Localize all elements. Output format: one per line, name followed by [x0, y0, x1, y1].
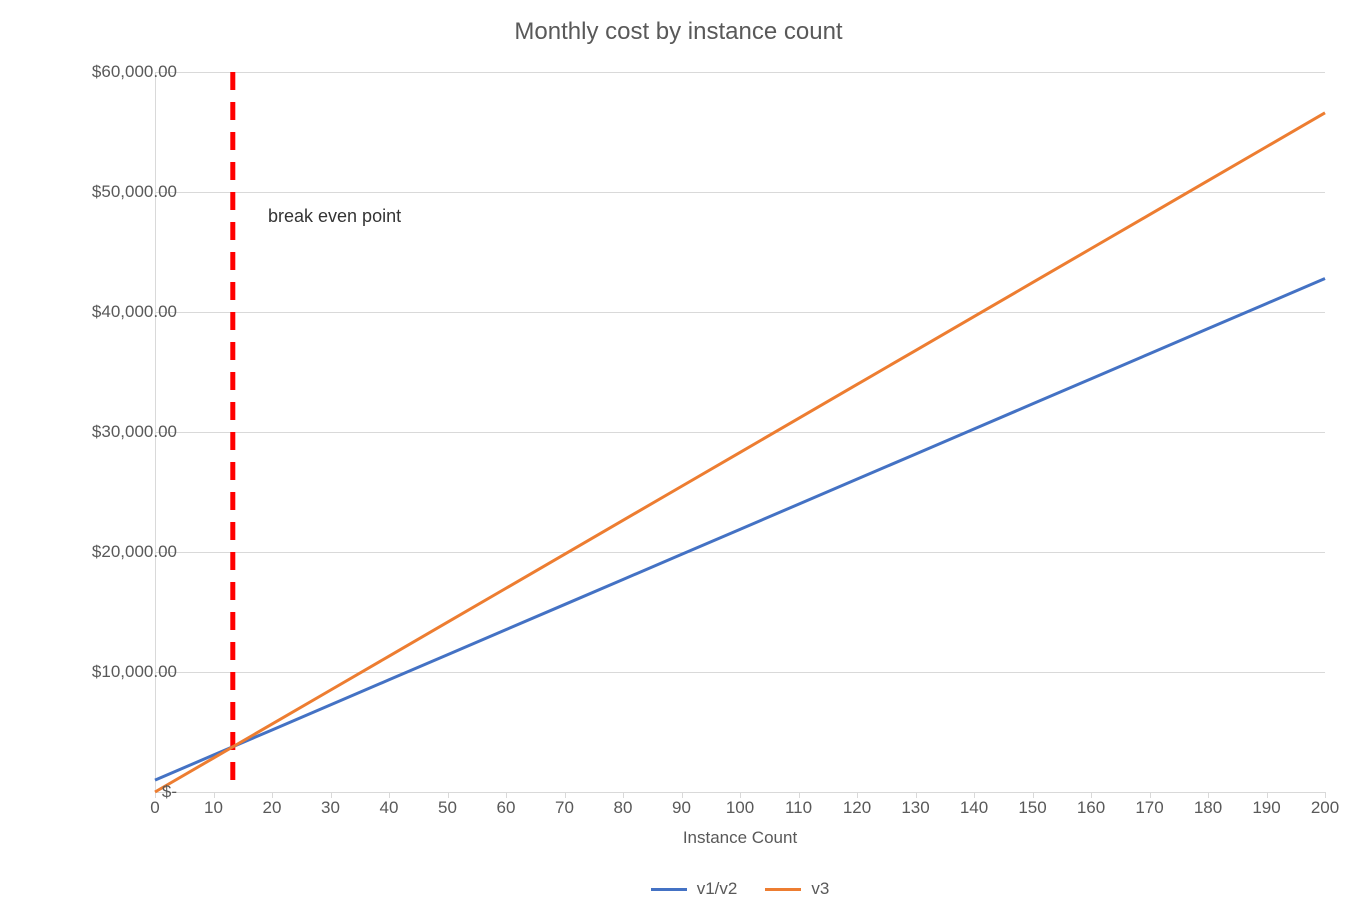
break-even-annotation: break even point	[268, 206, 401, 227]
y-tick-label: $30,000.00	[47, 422, 177, 442]
x-tick-label: 80	[593, 798, 653, 818]
x-tick-label: 40	[359, 798, 419, 818]
legend-item-v3: v3	[765, 879, 829, 899]
x-tick-label: 150	[1003, 798, 1063, 818]
x-tick-label: 170	[1120, 798, 1180, 818]
x-tick-label: 180	[1178, 798, 1238, 818]
y-tick-label: $60,000.00	[47, 62, 177, 82]
x-tick-label: 70	[535, 798, 595, 818]
x-tick-label: 110	[769, 798, 829, 818]
legend-label: v3	[811, 879, 829, 899]
x-tick-label: 50	[418, 798, 478, 818]
x-tick-label: 190	[1237, 798, 1297, 818]
series-v3-line	[155, 72, 1325, 792]
x-tick-label: 140	[944, 798, 1004, 818]
x-tick-label: 20	[242, 798, 302, 818]
y-tick-label: $50,000.00	[47, 182, 177, 202]
legend-swatch-icon	[651, 888, 687, 891]
x-tick-label: 160	[1061, 798, 1121, 818]
chart: Monthly cost by instance count	[0, 0, 1357, 915]
x-tick-label: 10	[184, 798, 244, 818]
chart-title: Monthly cost by instance count	[0, 18, 1357, 46]
y-tick-label: $40,000.00	[47, 302, 177, 322]
y-tick-label: $20,000.00	[47, 542, 177, 562]
legend-label: v1/v2	[697, 879, 738, 899]
x-tick-label: 100	[710, 798, 770, 818]
x-tick-label: 120	[827, 798, 887, 818]
legend: v1/v2 v3	[155, 874, 1325, 904]
y-tick-label: $-	[47, 782, 177, 802]
legend-item-v1v2: v1/v2	[651, 879, 738, 899]
y-tick-label: $10,000.00	[47, 662, 177, 682]
x-tick-label: 90	[652, 798, 712, 818]
x-tick-label: 200	[1295, 798, 1355, 818]
x-tick-label: 130	[886, 798, 946, 818]
x-axis-label: Instance Count	[155, 828, 1325, 848]
legend-swatch-icon	[765, 888, 801, 891]
plot-area: break even point 0 10 20 30 40 50 60 70 …	[155, 72, 1325, 792]
x-tick-label: 30	[301, 798, 361, 818]
x-tick-label: 60	[476, 798, 536, 818]
